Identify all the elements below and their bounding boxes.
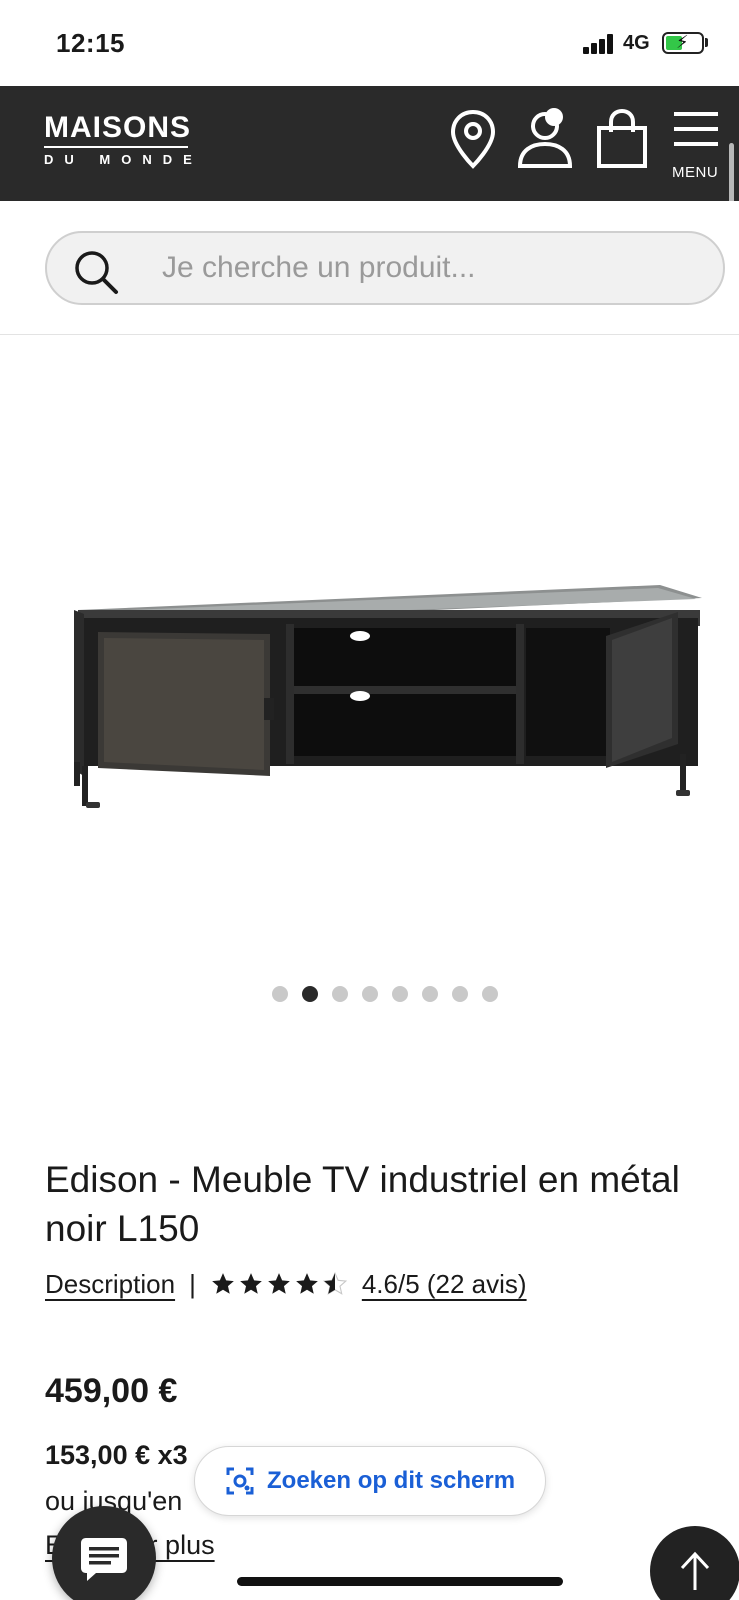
rating-stars — [210, 1271, 348, 1297]
carousel-dot[interactable] — [422, 986, 438, 1002]
carousel-dot[interactable] — [362, 986, 378, 1002]
scroll-to-top-button[interactable] — [650, 1526, 739, 1600]
logo-top-text: MAISONS — [44, 111, 192, 144]
logo-divider — [44, 146, 188, 148]
star-icon — [267, 1273, 290, 1294]
brand-logo[interactable]: MAISONS DU MONDE — [44, 112, 203, 167]
screen-search-button[interactable]: Zoeken op dit scherm — [194, 1446, 546, 1516]
battery-icon: ⚡ — [662, 32, 704, 54]
star-icon — [295, 1273, 318, 1294]
screen-search-label: Zoeken op dit scherm — [267, 1467, 516, 1494]
product-title: Edison - Meuble TV industriel en métal n… — [45, 1159, 680, 1249]
chat-icon — [81, 1538, 127, 1581]
battery-tip — [705, 38, 708, 47]
product-image[interactable] — [60, 580, 710, 840]
network-type: 4G — [623, 32, 650, 54]
chat-button[interactable] — [52, 1506, 156, 1600]
home-indicator[interactable] — [237, 1577, 563, 1586]
product-meta-row: Description | 4.6/5 (22 avis) — [45, 1264, 527, 1304]
product-price: 459,00 € — [45, 1372, 178, 1410]
cellular-signal-icon — [583, 34, 615, 54]
carousel-dot[interactable] — [482, 986, 498, 1002]
star-icon — [211, 1273, 234, 1294]
account-icon[interactable] — [514, 108, 578, 170]
arrow-up-icon — [680, 1551, 710, 1590]
search-section — [0, 201, 739, 335]
carousel-dot[interactable] — [392, 986, 408, 1002]
search-icon — [75, 251, 118, 294]
shopping-bag-icon[interactable] — [594, 108, 650, 170]
lens-icon — [226, 1467, 254, 1495]
star-icon — [239, 1273, 262, 1294]
installment-price: 153,00 € x3 — [45, 1440, 188, 1470]
menu-label[interactable]: MENU — [672, 164, 718, 181]
description-link[interactable]: Description — [45, 1269, 175, 1300]
status-bar: 12:15 4G ⚡ — [0, 0, 739, 86]
half-star-icon — [322, 1271, 347, 1295]
search-input[interactable] — [162, 250, 702, 286]
site-header: MAISONS DU MONDE MENU — [0, 86, 739, 201]
carousel-dots — [272, 986, 498, 1002]
menu-icon[interactable] — [674, 110, 718, 150]
status-time: 12:15 — [56, 28, 125, 58]
search-bar[interactable] — [45, 231, 725, 305]
carousel-dot[interactable] — [452, 986, 468, 1002]
meta-separator: | — [189, 1268, 196, 1299]
carousel-dot-active[interactable] — [302, 986, 318, 1002]
location-pin-icon[interactable] — [448, 108, 498, 170]
carousel-dot[interactable] — [332, 986, 348, 1002]
logo-bottom-text: DU MONDE — [44, 152, 203, 167]
rating-link[interactable]: 4.6/5 (22 avis) — [362, 1269, 527, 1300]
carousel-dot[interactable] — [272, 986, 288, 1002]
